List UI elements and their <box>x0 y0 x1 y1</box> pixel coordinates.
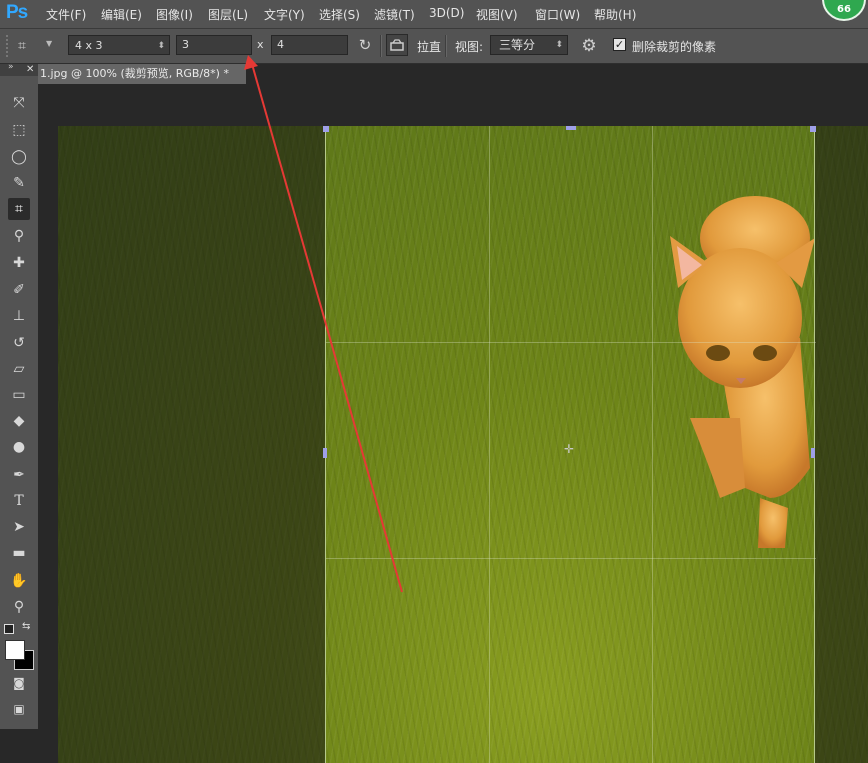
marquee-icon[interactable]: ⬚ <box>8 119 30 141</box>
menu-type[interactable]: 文字(Y) <box>264 6 305 23</box>
screen-mode-icon[interactable]: ▣ <box>8 698 30 720</box>
crop-handle[interactable] <box>323 448 327 458</box>
menu-image[interactable]: 图像(I) <box>156 6 193 23</box>
chevron-down-icon[interactable]: ▼ <box>46 39 52 48</box>
swap-colors-icon[interactable]: ⇆ <box>22 621 30 632</box>
menu-bar: Ps 文件(F) 编辑(E) 图像(I) 图层(L) 文字(Y) 选择(S) 滤… <box>0 0 868 29</box>
thirds-gridline <box>652 126 653 763</box>
crop-handle[interactable] <box>566 126 576 130</box>
type-icon[interactable]: T <box>8 490 30 512</box>
crop-preset-icon[interactable]: ⌗ <box>18 37 40 55</box>
lasso-icon[interactable]: ◯ <box>8 146 30 168</box>
menu-3d[interactable]: 3D(D) <box>429 6 464 20</box>
thirds-gridline <box>326 558 816 559</box>
move-icon[interactable]: ⤧ <box>8 92 30 114</box>
thirds-gridline <box>489 126 490 763</box>
stamp-icon[interactable]: ⊥ <box>8 305 30 327</box>
shape-icon[interactable]: ▬ <box>8 542 30 564</box>
menu-layer[interactable]: 图层(L) <box>208 6 248 23</box>
document-tab[interactable]: 1.jpg @ 100% (裁剪预览, RGB/8*) * <box>38 64 246 84</box>
menu-view[interactable]: 视图(V) <box>476 6 518 23</box>
brush-icon[interactable]: ✐ <box>8 279 30 301</box>
menu-window[interactable]: 窗口(W) <box>535 6 580 23</box>
ratio-preset-select[interactable]: 4 x 3 ⬍ <box>68 35 170 55</box>
default-colors-icon[interactable] <box>4 624 14 634</box>
view-label: 视图: <box>455 40 484 54</box>
menu-select[interactable]: 选择(S) <box>319 6 360 23</box>
width-field[interactable]: 3 <box>176 35 252 55</box>
menu-filter[interactable]: 滤镜(T) <box>374 6 415 23</box>
options-grip[interactable] <box>6 35 12 57</box>
path-select-icon[interactable]: ➤ <box>8 516 30 538</box>
quick-mask-icon[interactable]: ◙ <box>8 672 30 694</box>
pen-icon[interactable]: ✒ <box>8 464 30 486</box>
spinner-icon: ⬍ <box>555 40 563 50</box>
options-bar: ⌗ ▼ 4 x 3 ⬍ 3 x 4 ↻ 拉直 视图: 三等分 ⬍ ⚙ ✓ 删除裁… <box>0 29 868 64</box>
hand-icon[interactable]: ✋ <box>8 570 30 592</box>
healing-icon[interactable]: ✚ <box>8 252 30 274</box>
view-overlay-value: 三等分 <box>499 38 536 52</box>
notification-badge[interactable]: 66 <box>822 0 866 21</box>
toolbox: » ⤧ ⬚ ◯ ✎ ⌗ ⚲ ✚ ✐ ⊥ ↺ ▱ ▭ ◆ ● ✒ T ➤ ▬ ✋ … <box>0 62 39 729</box>
dimension-separator: x <box>257 38 264 51</box>
straighten-label[interactable]: 拉直 <box>417 38 441 55</box>
eyedropper-icon[interactable]: ⚲ <box>8 225 30 247</box>
photoshop-logo: Ps <box>6 2 28 23</box>
canvas-area[interactable]: ✛ <box>38 84 868 763</box>
delete-pixels-label[interactable]: 删除裁剪的像素 <box>632 38 716 55</box>
spinner-icon: ⬍ <box>157 41 165 51</box>
delete-pixels-checkbox[interactable]: ✓ <box>613 38 626 51</box>
crop-handle[interactable] <box>810 126 816 132</box>
crop-handle[interactable] <box>811 448 815 458</box>
crop-center-icon: ✛ <box>564 442 575 456</box>
divider <box>380 35 382 57</box>
crop-handle[interactable] <box>323 126 329 132</box>
crop-box[interactable]: ✛ <box>323 126 816 763</box>
swap-dimensions-icon[interactable]: ↻ <box>355 35 375 55</box>
eraser-icon[interactable]: ▱ <box>8 358 30 380</box>
ratio-preset-value: 4 x 3 <box>75 39 103 52</box>
dodge-icon[interactable]: ● <box>8 436 30 458</box>
panel-collapse-icon[interactable]: ✕ <box>26 64 38 78</box>
crop-shield-left <box>58 126 325 763</box>
image-grass[interactable]: ✛ <box>58 126 868 763</box>
foreground-color-swatch[interactable] <box>5 640 25 660</box>
height-field[interactable]: 4 <box>271 35 348 55</box>
menu-file[interactable]: 文件(F) <box>46 6 86 23</box>
crop-icon[interactable]: ⌗ <box>8 198 30 220</box>
menu-help[interactable]: 帮助(H) <box>594 6 636 23</box>
gear-icon[interactable]: ⚙ <box>578 35 600 57</box>
expand-icon[interactable]: » <box>8 62 14 72</box>
zoom-icon[interactable]: ⚲ <box>8 596 30 618</box>
straighten-icon[interactable] <box>386 34 408 56</box>
menu-edit[interactable]: 编辑(E) <box>101 6 142 23</box>
gradient-icon[interactable]: ▭ <box>8 384 30 406</box>
divider <box>445 35 447 57</box>
document-tab-title: 1.jpg @ 100% (裁剪预览, RGB/8*) * <box>40 67 229 80</box>
view-overlay-select[interactable]: 三等分 ⬍ <box>490 35 568 55</box>
history-brush-icon[interactable]: ↺ <box>8 332 30 354</box>
quick-select-icon[interactable]: ✎ <box>8 172 30 194</box>
thirds-gridline <box>326 342 816 343</box>
crop-shield-right <box>815 126 868 763</box>
blur-icon[interactable]: ◆ <box>8 410 30 432</box>
